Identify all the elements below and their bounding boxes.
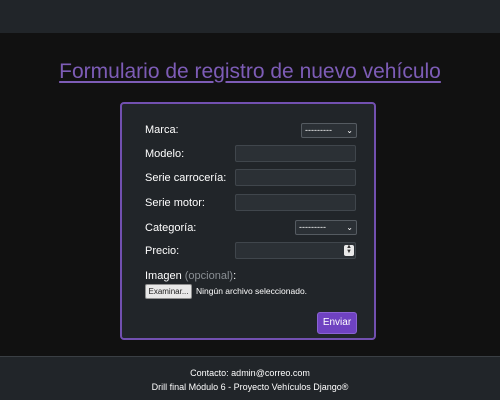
precio-input[interactable]: ▲ ▼	[235, 242, 356, 259]
serie-motor-label: Serie motor:	[145, 197, 205, 209]
optional-hint: (opcional)	[184, 270, 234, 282]
serie-motor-input[interactable]	[235, 194, 356, 211]
marca-label: Marca:	[145, 124, 179, 136]
chevron-down-icon: ⌄	[346, 223, 353, 232]
categoria-select[interactable]: --------- ⌄	[295, 220, 357, 235]
precio-label: Precio:	[145, 245, 180, 257]
vehicle-registration-form: Marca: --------- ⌄ Modelo: Serie carroce…	[120, 102, 376, 340]
footer: Contacto: admin@correo.com Drill final M…	[0, 356, 500, 400]
modelo-label: Modelo:	[145, 148, 185, 160]
page-title: Formulario de registro de nuevo vehículo	[59, 60, 441, 83]
serie-carroceria-label: Serie carrocería:	[145, 172, 227, 184]
imagen-label: Imagen (opcional):	[145, 270, 237, 282]
serie-carroceria-input[interactable]	[235, 169, 356, 186]
top-navbar	[0, 0, 500, 33]
modelo-input[interactable]	[235, 145, 356, 162]
marca-selected-value: ---------	[305, 125, 332, 135]
number-spinner-icon[interactable]: ▲ ▼	[344, 244, 354, 256]
footer-contact: Contacto: admin@correo.com	[190, 368, 310, 378]
chevron-down-icon: ⌄	[346, 126, 353, 135]
categoria-selected-value: ---------	[299, 222, 326, 232]
file-status-text: Ningún archivo seleccionado.	[196, 286, 308, 296]
browse-file-button[interactable]: Examinar...	[145, 284, 192, 299]
footer-credits: Drill final Módulo 6 - Proyecto Vehículo…	[151, 382, 349, 392]
marca-select[interactable]: --------- ⌄	[301, 123, 357, 138]
submit-button[interactable]: Enviar	[317, 312, 357, 334]
categoria-label: Categoría:	[145, 222, 197, 234]
